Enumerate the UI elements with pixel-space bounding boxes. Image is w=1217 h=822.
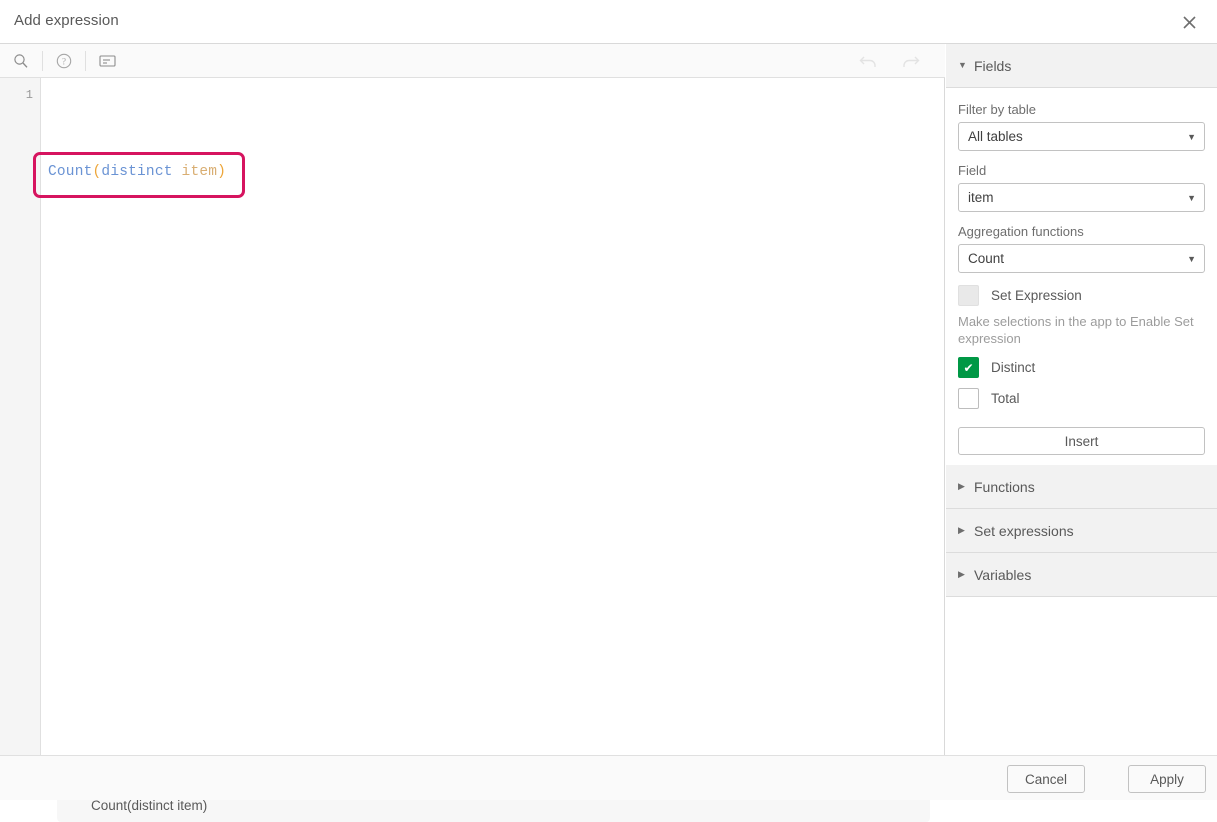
status-detail: Count(distinct item): [91, 798, 207, 813]
expression-editor[interactable]: 1 Count(distinct item) i OK Count(distin…: [0, 78, 945, 755]
distinct-checkbox-row[interactable]: ✔ Distinct: [958, 357, 1205, 378]
chevron-right-icon: ▶: [958, 482, 972, 491]
cancel-button[interactable]: Cancel: [1007, 765, 1085, 793]
search-icon[interactable]: [0, 44, 42, 77]
token-keyword: distinct: [101, 164, 172, 180]
chevron-right-icon: ▶: [958, 526, 972, 535]
dialog-titlebar: Add expression: [0, 0, 1217, 44]
dialog-footer: Cancel Apply: [0, 755, 1217, 800]
accordion-header-variables[interactable]: ▶ Variables: [946, 553, 1217, 597]
checkmark-icon: ✔: [963, 361, 973, 375]
insert-button[interactable]: Insert: [958, 427, 1205, 455]
filter-by-table-label: Filter by table: [958, 102, 1205, 117]
distinct-label: Distinct: [991, 360, 1035, 375]
expression-code-line[interactable]: Count(distinct item): [48, 164, 226, 180]
expression-side-panel: ▼ Fields Filter by table All tables ▼ Fi…: [946, 44, 1217, 755]
line-number: 1: [26, 88, 33, 102]
filter-by-table-select[interactable]: All tables ▼: [958, 122, 1205, 151]
token-function: Count: [48, 164, 93, 180]
field-select[interactable]: item ▼: [958, 183, 1205, 212]
accordion-label-variables: Variables: [974, 567, 1031, 583]
redo-arrow-icon[interactable]: [889, 44, 931, 77]
total-checkbox[interactable]: [958, 388, 979, 409]
aggregation-functions-label: Aggregation functions: [958, 224, 1205, 239]
set-expression-label: Set Expression: [991, 288, 1082, 303]
editor-toolbar: ?: [0, 44, 945, 78]
accordion-label-set-expressions: Set expressions: [974, 523, 1074, 539]
accordion-header-functions[interactable]: ▶ Functions: [946, 465, 1217, 509]
filter-by-table-value: All tables: [968, 129, 1023, 144]
chevron-right-icon: ▶: [958, 570, 972, 579]
help-circle-icon[interactable]: ?: [43, 44, 85, 77]
aggregation-functions-select[interactable]: Count ▼: [958, 244, 1205, 273]
total-checkbox-row[interactable]: Total: [958, 388, 1205, 409]
fields-section-body: Filter by table All tables ▼ Field item …: [946, 88, 1217, 465]
chevron-down-icon: ▼: [958, 61, 972, 70]
field-value: item: [968, 190, 994, 205]
svg-text:?: ?: [62, 56, 66, 66]
token-close-paren: ): [217, 164, 226, 180]
set-expression-hint: Make selections in the app to Enable Set…: [958, 313, 1198, 347]
total-label: Total: [991, 391, 1020, 406]
accordion-header-set-expressions[interactable]: ▶ Set expressions: [946, 509, 1217, 553]
close-icon[interactable]: [1173, 6, 1205, 38]
undo-arrow-icon[interactable]: [847, 44, 889, 77]
chevron-down-icon: ▼: [1187, 254, 1196, 264]
set-expression-checkbox[interactable]: [958, 285, 979, 306]
distinct-checkbox[interactable]: ✔: [958, 357, 979, 378]
token-space: [173, 164, 182, 180]
editor-gutter: 1: [0, 78, 41, 755]
accordion-label-functions: Functions: [974, 479, 1035, 495]
token-field: item: [182, 164, 218, 180]
accordion-label-fields: Fields: [974, 58, 1011, 74]
chevron-down-icon: ▼: [1187, 193, 1196, 203]
dialog-title: Add expression: [14, 12, 119, 29]
field-label: Field: [958, 163, 1205, 178]
set-expression-checkbox-row[interactable]: Set Expression: [958, 285, 1205, 306]
field-card-icon[interactable]: [86, 44, 128, 77]
aggregation-value: Count: [968, 251, 1004, 266]
apply-button[interactable]: Apply: [1128, 765, 1206, 793]
chevron-down-icon: ▼: [1187, 132, 1196, 142]
accordion-header-fields[interactable]: ▼ Fields: [946, 44, 1217, 88]
